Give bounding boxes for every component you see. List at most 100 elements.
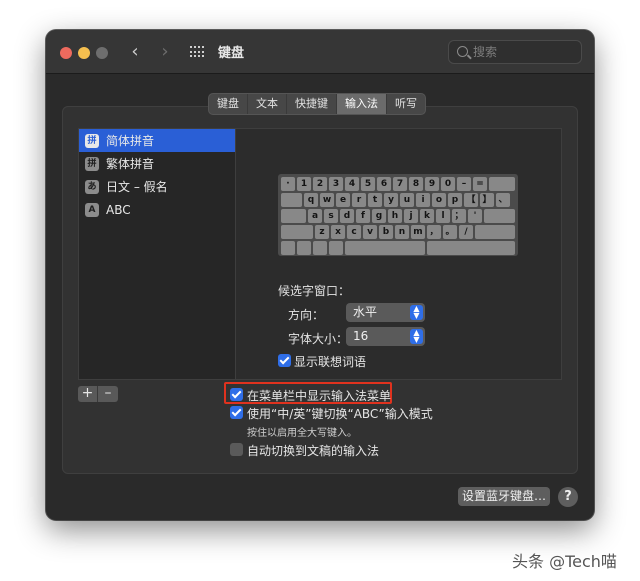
keyboard-key (313, 241, 327, 255)
keyboard-row: q w e r t y u i o p 【】、 (281, 193, 515, 207)
font-size-select[interactable]: 16 ▲ ▼ (346, 327, 425, 346)
candidate-window-label: 候选字窗口： (278, 284, 351, 298)
keyboard-key (281, 225, 313, 239)
keyboard-key: 8 (409, 177, 423, 191)
setup-bluetooth-keyboard-button[interactable]: 设置蓝牙键盘… (458, 487, 550, 506)
tab-keyboard[interactable]: 键盘 (209, 94, 248, 114)
keyboard-key: z (315, 225, 329, 239)
keyboard-key (345, 241, 425, 255)
pinyin-icon: 拼 (85, 156, 99, 171)
list-item[interactable]: A ABC (79, 198, 235, 221)
keyboard-key: 1 (297, 177, 311, 191)
list-item-label: ABC (106, 202, 131, 217)
show-predictive-label: 显示联想词语 (294, 355, 367, 369)
list-item[interactable]: 拼 繁体拼音 (79, 152, 235, 175)
keyboard-key (281, 209, 306, 223)
keyboard-key: – (457, 177, 471, 191)
keyboard-key: a (308, 209, 322, 223)
keyboard-row: · 1 2 3 4 5 6 7 8 9 0– = (281, 177, 515, 191)
keyboard-key: 4 (345, 177, 359, 191)
keyboard-key: m (411, 225, 425, 239)
window-title: 键盘 (218, 46, 245, 61)
keyboard-row (281, 241, 515, 255)
keyboard-key: e (336, 193, 350, 207)
tab-dictation[interactable]: 听写 (387, 94, 425, 114)
keyboard-key: g (372, 209, 386, 223)
keyboard-key: ； (452, 209, 466, 223)
list-item-label: 简体拼音 (106, 134, 155, 148)
toggle-abc-checkbox[interactable] (230, 406, 243, 419)
keyboard-key (297, 241, 311, 255)
tab-input-sources[interactable]: 输入法 (337, 94, 387, 114)
keyboard-key: q (304, 193, 318, 207)
keyboard-key: k (420, 209, 434, 223)
add-input-source-button[interactable]: + (78, 386, 98, 402)
keyboard-key: j (404, 209, 418, 223)
keyboard-key: / (459, 225, 473, 239)
help-button[interactable]: ? (558, 487, 578, 507)
auto-switch-checkbox[interactable] (230, 443, 243, 456)
pinyin-icon: 拼 (85, 133, 99, 148)
keyboard-key: u (400, 193, 414, 207)
show-all-grid-icon[interactable] (190, 46, 204, 58)
close-window-button[interactable] (60, 47, 72, 59)
remove-input-source-button[interactable]: – (98, 386, 118, 402)
keyboard-key: b (379, 225, 393, 239)
keyboard-key: n (395, 225, 409, 239)
keyboard-key (427, 241, 515, 255)
keyboard-key: c (347, 225, 361, 239)
keyboard-key: w (320, 193, 334, 207)
keyboard-key: 2 (313, 177, 327, 191)
show-predictive-checkbox[interactable] (278, 354, 291, 367)
font-size-label: 字体大小： (288, 332, 349, 346)
keyboard-key: v (363, 225, 377, 239)
search-icon (457, 46, 468, 57)
keyboard-key: r (352, 193, 366, 207)
search-field[interactable] (448, 40, 582, 64)
keyboard-row: z x c v b n m，。 / (281, 225, 515, 239)
keyboard-key: 9 (425, 177, 439, 191)
keyboard-key: 5 (361, 177, 375, 191)
list-item-label: 繁体拼音 (106, 157, 155, 171)
keyboard-key: t (368, 193, 382, 207)
keyboard-key: ' (468, 209, 482, 223)
abc-icon: A (85, 202, 99, 217)
keyboard-key (484, 209, 515, 223)
keyboard-key: 【 (464, 193, 478, 207)
list-add-remove-control: + – (78, 386, 118, 402)
keyboard-key: 3 (329, 177, 343, 191)
font-size-value: 16 (353, 329, 369, 343)
keyboard-key: l (436, 209, 450, 223)
auto-switch-label: 自动切换到文稿的输入法 (247, 444, 380, 458)
tab-shortcuts[interactable]: 快捷键 (287, 94, 337, 114)
keyboard-key (329, 241, 343, 255)
keyboard-key: y (384, 193, 398, 207)
list-item[interactable]: 拼 简体拼音 (79, 129, 235, 152)
direction-select[interactable]: 水平 ▲ ▼ (346, 303, 425, 322)
keyboard-key: o (432, 193, 446, 207)
minimize-window-button[interactable] (78, 47, 90, 59)
back-chevron-icon[interactable]: ‹ (124, 40, 146, 64)
forward-chevron-icon[interactable]: › (154, 40, 176, 64)
input-source-list: 拼 简体拼音 拼 繁体拼音 あ 日文 – 假名 A ABC (78, 128, 236, 380)
watermark-text: 头条 @Tech喵 (512, 552, 617, 571)
zoom-window-button[interactable] (96, 47, 108, 59)
keyboard-row: a s d f g h j k l； ' (281, 209, 515, 223)
keyboard-key: 6 (377, 177, 391, 191)
tab-text[interactable]: 文本 (248, 94, 287, 114)
keyboard-key (281, 241, 295, 255)
title-bar: ‹ › 键盘 (46, 30, 594, 74)
list-item[interactable]: あ 日文 – 假名 (79, 175, 235, 198)
menu-bar-checkbox[interactable] (230, 388, 243, 401)
keyboard-key: 、 (496, 193, 510, 207)
keyboard-key: = (473, 177, 487, 191)
input-source-detail: · 1 2 3 4 5 6 7 8 9 0– = q w e r t y u i o p 【】、 a s d f g h j k l； ' … (236, 128, 562, 380)
search-input[interactable] (473, 44, 573, 60)
keyboard-key (475, 225, 515, 239)
menu-bar-label: 在菜单栏中显示输入法菜单 (247, 389, 392, 403)
keyboard-key: 7 (393, 177, 407, 191)
list-item-label: 日文 – 假名 (106, 180, 168, 194)
keyboard-key (489, 177, 515, 191)
toggle-abc-label: 使用“中/英”键切换“ABC”输入模式 (247, 407, 433, 421)
keyboard-key: ， (427, 225, 441, 239)
